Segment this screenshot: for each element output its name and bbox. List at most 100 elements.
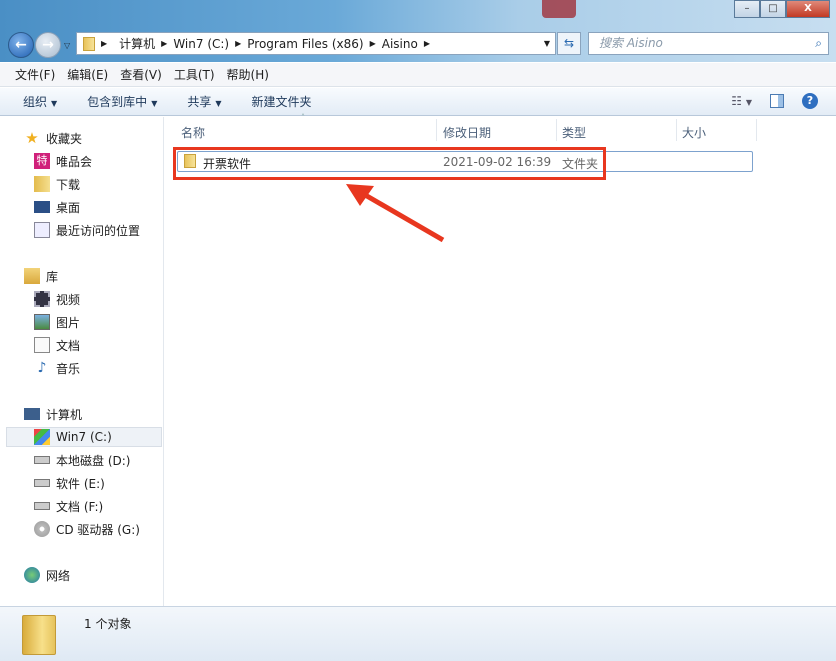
column-date-modified[interactable]: 修改日期	[443, 124, 491, 141]
nav-buttons: ← → ▽	[8, 32, 70, 58]
breadcrumb-separator: ▶	[424, 39, 430, 48]
vip-icon: 特	[34, 153, 50, 169]
command-bar: 组织 ▼ 包含到库中 ▼ 共享 ▼ 新建文件夹 ☷ ▼ ?	[0, 88, 836, 116]
computer-icon	[24, 408, 40, 420]
sidebar-item-e-drive[interactable]: 软件 (E:)	[34, 473, 105, 493]
include-in-library-button[interactable]: 包含到库中 ▼	[87, 93, 157, 110]
share-button[interactable]: 共享 ▼	[187, 93, 221, 110]
menu-file[interactable]: 文件(F)	[15, 66, 55, 83]
address-bar[interactable]: ▶ 计算机 ▶ Win7 (C:) ▶ Program Files (x86) …	[76, 32, 556, 55]
library-icon	[24, 268, 40, 284]
folder-icon	[22, 615, 56, 655]
status-bar: 1 个对象	[0, 606, 836, 661]
breadcrumb-c-drive[interactable]: Win7 (C:)	[173, 37, 229, 51]
annotation-arrow	[340, 180, 450, 245]
item-count: 1 个对象	[84, 615, 131, 632]
sidebar-label: 视频	[56, 291, 80, 308]
sidebar-item-d-drive[interactable]: 本地磁盘 (D:)	[34, 450, 130, 470]
refresh-button[interactable]: ⇆	[557, 32, 581, 55]
close-button[interactable]: X	[786, 0, 830, 18]
sidebar-item-desktop[interactable]: 桌面	[34, 197, 80, 217]
navigation-pane: ★ 收藏夹 特唯品会 下载 桌面 最近访问的位置 库 视频 图片 文档 ♪ 音乐 计…	[0, 117, 164, 606]
recent-places-icon	[34, 222, 50, 238]
sidebar-item-downloads[interactable]: 下载	[34, 174, 80, 194]
menu-help[interactable]: 帮助(H)	[227, 66, 269, 83]
menu-edit[interactable]: 编辑(E)	[67, 66, 108, 83]
breadcrumb-separator: ▶	[370, 39, 376, 48]
cd-drive-icon	[34, 521, 50, 537]
sidebar-item-videos[interactable]: 视频	[34, 289, 80, 309]
sidebar-label: 唯品会	[56, 153, 92, 170]
view-options-icon[interactable]: ☷ ▼	[731, 94, 752, 108]
column-headers: 名称 ˄ 修改日期 类型 大小	[165, 117, 836, 144]
downloads-icon	[34, 176, 50, 192]
background-window-fragment	[542, 0, 576, 18]
sidebar-label: Win7 (C:)	[56, 430, 112, 444]
sidebar-item-vip[interactable]: 特唯品会	[34, 151, 92, 171]
documents-icon	[34, 337, 50, 353]
windows-drive-icon	[34, 429, 50, 445]
search-placeholder: 搜索 Aisino	[599, 36, 663, 50]
chevron-down-icon: ▼	[51, 99, 57, 108]
sidebar-label: CD 驱动器 (G:)	[56, 521, 140, 538]
chevron-down-icon: ▼	[151, 99, 157, 108]
sort-ascending-icon: ˄	[301, 113, 305, 122]
highlight-box	[173, 147, 606, 180]
sidebar-item-music[interactable]: ♪ 音乐	[34, 358, 80, 378]
sidebar-item-documents[interactable]: 文档	[34, 335, 80, 355]
sidebar-label: 文档	[56, 337, 80, 354]
menu-view[interactable]: 查看(V)	[120, 66, 162, 83]
column-size[interactable]: 大小	[682, 124, 706, 141]
breadcrumb-separator: ▶	[161, 39, 167, 48]
recent-pages-dropdown-icon[interactable]: ▽	[64, 41, 70, 50]
sidebar-item-c-drive[interactable]: Win7 (C:)	[6, 427, 162, 447]
network-icon	[24, 567, 40, 583]
sidebar-computer[interactable]: 计算机	[24, 404, 82, 424]
drive-icon	[34, 502, 50, 510]
address-dropdown-icon[interactable]: ▼	[544, 39, 550, 48]
organize-label: 组织	[23, 95, 47, 109]
breadcrumb-separator: ▶	[235, 39, 241, 48]
organize-button[interactable]: 组织 ▼	[23, 93, 57, 110]
breadcrumb-computer[interactable]: 计算机	[119, 35, 155, 52]
sidebar-item-recent[interactable]: 最近访问的位置	[34, 220, 140, 240]
sidebar-label: 文档 (F:)	[56, 498, 103, 515]
search-icon[interactable]: ⌕	[815, 33, 822, 54]
sidebar-label: 音乐	[56, 360, 80, 377]
menu-tools[interactable]: 工具(T)	[174, 66, 215, 83]
breadcrumb-program-files[interactable]: Program Files (x86)	[247, 37, 363, 51]
window-controls: – □ X	[734, 0, 830, 18]
drive-icon	[34, 456, 50, 464]
column-type[interactable]: 类型	[562, 124, 586, 141]
maximize-button[interactable]: □	[760, 0, 786, 18]
sidebar-item-g-drive[interactable]: CD 驱动器 (G:)	[34, 519, 140, 539]
share-label: 共享	[187, 95, 211, 109]
sidebar-item-pictures[interactable]: 图片	[34, 312, 80, 332]
sidebar-label: 计算机	[46, 406, 82, 423]
sidebar-item-f-drive[interactable]: 文档 (F:)	[34, 496, 103, 516]
sidebar-label: 收藏夹	[46, 130, 82, 147]
sidebar-label: 软件 (E:)	[56, 475, 105, 492]
minimize-button[interactable]: –	[734, 0, 760, 18]
chevron-down-icon: ▼	[215, 99, 221, 108]
pictures-icon	[34, 314, 50, 330]
help-icon[interactable]: ?	[802, 93, 818, 109]
star-icon: ★	[24, 130, 40, 146]
folder-icon	[83, 37, 95, 51]
sidebar-favorites[interactable]: ★ 收藏夹	[24, 128, 82, 148]
forward-button[interactable]: →	[35, 32, 61, 58]
sidebar-label: 桌面	[56, 199, 80, 216]
back-button[interactable]: ←	[8, 32, 34, 58]
music-icon: ♪	[34, 360, 50, 376]
sidebar-label: 本地磁盘 (D:)	[56, 452, 130, 469]
breadcrumb-aisino[interactable]: Aisino	[382, 37, 418, 51]
sidebar-network[interactable]: 网络	[24, 565, 70, 585]
search-input[interactable]: 搜索 Aisino ⌕	[588, 32, 829, 55]
sidebar-libraries[interactable]: 库	[24, 266, 58, 286]
breadcrumb-separator: ▶	[101, 39, 107, 48]
desktop-icon	[34, 201, 50, 213]
column-name[interactable]: 名称	[181, 124, 205, 141]
preview-pane-icon[interactable]	[770, 94, 784, 108]
new-folder-button[interactable]: 新建文件夹	[252, 93, 312, 110]
include-label: 包含到库中	[87, 95, 147, 109]
